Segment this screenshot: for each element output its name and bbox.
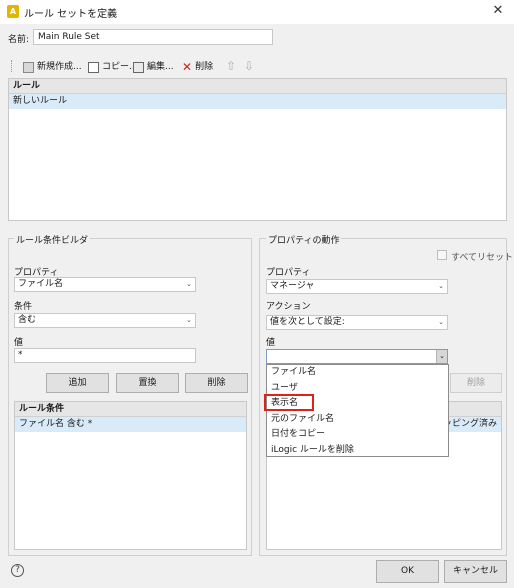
- action-value: 値を次として設定:: [270, 317, 345, 327]
- delete-rule-button[interactable]: ✕ 削除: [182, 60, 213, 74]
- name-input[interactable]: Main Rule Set: [33, 29, 273, 45]
- new-document-icon: [23, 61, 34, 73]
- edit-icon: [133, 61, 144, 73]
- chevron-down-icon[interactable]: ⌄: [436, 350, 447, 363]
- cancel-button[interactable]: キャンセル: [444, 560, 507, 583]
- highlight-annotation: [264, 394, 314, 411]
- rules-list-header: ルール: [9, 79, 506, 94]
- conditions-list-item[interactable]: ファイル名 含む *: [15, 417, 246, 432]
- action-value-label: 値: [266, 338, 276, 348]
- move-down-icon[interactable]: ⇩: [244, 59, 254, 73]
- new-rule-button[interactable]: 新規作成...: [23, 60, 82, 74]
- dropdown-option[interactable]: iLogic ルールを削除: [267, 443, 448, 459]
- name-label: 名前:: [8, 35, 30, 45]
- action-property-label: プロパティ: [266, 268, 311, 278]
- reset-all-label: すべてリセット: [451, 253, 514, 263]
- move-up-icon[interactable]: ⇧: [226, 59, 236, 73]
- chevron-down-icon: ⌄: [186, 280, 192, 288]
- delete-condition-button[interactable]: 削除: [185, 373, 248, 393]
- edit-rule-button[interactable]: 編集...: [133, 60, 174, 74]
- action-property-select[interactable]: マネージャ ⌄: [266, 279, 448, 294]
- close-icon[interactable]: ✕: [490, 3, 506, 19]
- property-action-title: プロパティの動作: [266, 233, 342, 246]
- conditions-list-header: ルール条件: [15, 402, 246, 417]
- action-select[interactable]: 値を次として設定: ⌄: [266, 315, 448, 330]
- toolbar-grip: [11, 60, 13, 72]
- rules-toolbar: [8, 58, 508, 76]
- replace-condition-button[interactable]: 置換: [116, 373, 179, 393]
- rules-list-item[interactable]: 新しいルール: [9, 94, 506, 109]
- conditions-list: ルール条件 ファイル名 含む *: [14, 401, 247, 550]
- chevron-down-icon: ⌄: [438, 282, 444, 290]
- dropdown-option[interactable]: 日付をコピー: [267, 427, 448, 443]
- chevron-down-icon: ⌄: [186, 316, 192, 324]
- action-property-value: マネージャ: [270, 281, 315, 291]
- ok-button[interactable]: OK: [376, 560, 439, 583]
- delete-x-icon: ✕: [182, 59, 193, 74]
- chevron-down-icon: ⌄: [438, 318, 444, 326]
- builder-condition-select[interactable]: 含む ⌄: [14, 313, 196, 328]
- rules-list: ルール 新しいルール: [8, 78, 507, 221]
- dropdown-option[interactable]: ファイル名: [267, 365, 448, 381]
- action-label: アクション: [266, 302, 311, 312]
- new-rule-label: 新規作成...: [37, 62, 82, 72]
- dropdown-option[interactable]: 元のファイル名: [267, 412, 448, 428]
- action-value-select[interactable]: ⌄: [266, 349, 448, 364]
- builder-property-value: ファイル名: [18, 279, 64, 289]
- builder-property-select[interactable]: ファイル名 ⌄: [14, 277, 196, 292]
- builder-condition-label: 条件: [14, 302, 33, 312]
- app-icon: A: [7, 5, 19, 18]
- delete-rule-label: 削除: [195, 62, 214, 72]
- rule-builder-title: ルール条件ビルダ: [14, 233, 91, 246]
- builder-value-input[interactable]: *: [14, 348, 196, 363]
- builder-value-label: 値: [14, 338, 24, 348]
- builder-condition-value: 含む: [18, 315, 37, 325]
- add-condition-button[interactable]: 追加: [46, 373, 109, 393]
- edit-rule-label: 編集...: [147, 62, 174, 72]
- window-title: ルール セットを定義: [24, 9, 118, 20]
- reset-all-checkbox[interactable]: [437, 250, 447, 260]
- help-icon[interactable]: ?: [11, 564, 24, 577]
- delete-action-button[interactable]: 削除: [450, 373, 502, 393]
- copy-rule-button[interactable]: コピー...: [88, 60, 138, 74]
- copy-icon: [88, 61, 99, 73]
